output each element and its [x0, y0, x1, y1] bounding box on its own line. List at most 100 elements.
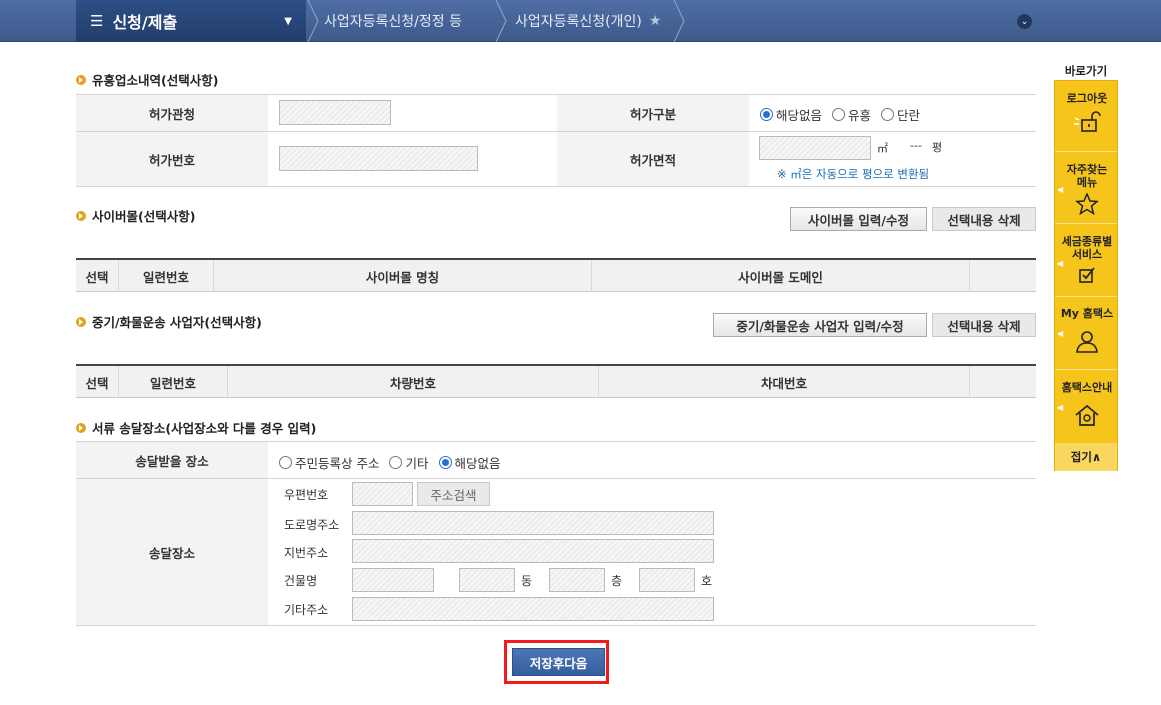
other-address-label: 기타주소	[284, 603, 329, 617]
address-search-button[interactable]: 주소검색	[417, 482, 490, 506]
permit-number-input[interactable]	[279, 146, 478, 171]
bullet-icon	[76, 316, 86, 327]
unlock-icon	[1074, 111, 1101, 132]
lot-address-input[interactable]	[352, 539, 714, 563]
quick-item-label: 홈택스안내	[1061, 381, 1113, 394]
quick-separator	[1055, 369, 1117, 370]
column-header: 사이버몰 도메인	[592, 260, 970, 292]
permit-office-label: 허가관청	[76, 95, 268, 131]
expand-left-icon: ◀	[1057, 259, 1064, 268]
zip-code-input[interactable]	[352, 482, 413, 506]
permit-type-radio-group: 해당없음 유흥 단란	[760, 105, 930, 124]
permit-area-label: 허가면적	[557, 132, 749, 186]
caret-down-icon: ▼	[284, 15, 292, 27]
cybermall-table-header: 선택 일련번호 사이버몰 명칭 사이버몰 도메인	[76, 258, 1036, 292]
column-header: 차량번호	[228, 366, 599, 398]
truck-table-header: 선택 일련번호 차량번호 차대번호	[76, 364, 1036, 398]
section-title-delivery: 서류 송달장소(사업장소와 다를 경우 입력)	[76, 418, 316, 437]
breadcrumb-item-2[interactable]: 사업자등록신청(개인) ★	[515, 0, 661, 42]
area-pyeong-value: ---	[910, 139, 922, 152]
area-unit-m2: ㎡	[877, 142, 888, 155]
quick-item-label: 세금종류별	[1061, 235, 1113, 248]
permit-type-option-entertainment[interactable]: 유흥	[832, 105, 871, 124]
cybermall-delete-button[interactable]: 선택내용 삭제	[932, 207, 1036, 231]
area-unit-pyeong: 평	[932, 141, 943, 154]
permit-type-option-danran[interactable]: 단란	[881, 105, 920, 124]
section-title-entertainment: 유흥업소내역(선택사항)	[76, 70, 218, 89]
section-title-text: 사이버몰(선택사항)	[92, 209, 196, 224]
quick-separator	[1055, 223, 1117, 224]
radio-icon	[832, 108, 846, 121]
truck-delete-button[interactable]: 선택내용 삭제	[932, 313, 1036, 337]
quick-logout[interactable]: 로그아웃	[1055, 92, 1119, 135]
quick-separator	[1055, 296, 1117, 297]
permit-type-label: 허가구분	[557, 95, 749, 131]
permit-number-label: 허가번호	[76, 132, 268, 186]
quick-item-label: 로그아웃	[1066, 92, 1108, 105]
column-header: 일련번호	[119, 260, 214, 292]
main-menu-button[interactable]: ☰ 신청/제출 ▼	[76, 0, 306, 42]
dong-label: 동	[521, 574, 533, 588]
floor-label: 층	[611, 574, 623, 588]
delivery-place-label: 송달받을 장소	[76, 442, 268, 478]
quick-tax-type-service[interactable]: 세금종류별 서비스	[1055, 235, 1119, 285]
quick-separator	[1055, 151, 1117, 152]
breadcrumb-separator-icon	[672, 0, 686, 43]
building-name-input[interactable]	[352, 568, 434, 592]
other-address-input[interactable]	[352, 597, 714, 621]
truck-input-button[interactable]: 중기/화물운송 사업자 입력/수정	[713, 313, 927, 337]
radio-selected-icon	[760, 108, 773, 121]
column-header: 선택	[76, 260, 119, 292]
table-bottom-border	[76, 186, 1036, 187]
radio-icon	[881, 108, 895, 121]
delivery-option-none[interactable]: 해당없음	[438, 453, 501, 472]
home-guide-icon	[1075, 404, 1099, 426]
quick-panel: 로그아웃 자주찾는 메뉴 ◀ 세금종류별 서비스 ◀ My 홈택스 ◀ 홈택스안…	[1054, 80, 1118, 471]
ho-label: 호	[701, 574, 713, 588]
road-address-input[interactable]	[352, 511, 714, 535]
building-dong-input[interactable]	[459, 568, 515, 592]
delivery-place-radio-group: 주민등록상 주소 기타 해당없음	[279, 453, 511, 472]
bullet-icon	[76, 422, 86, 433]
cybermall-input-button[interactable]: 사이버몰 입력/수정	[790, 207, 927, 231]
building-ho-input[interactable]	[639, 568, 695, 592]
breadcrumb-item-1[interactable]: 사업자등록신청/정정 등	[324, 0, 462, 42]
delivery-option-other[interactable]: 기타	[389, 453, 429, 472]
favorite-star-icon[interactable]: ★	[649, 13, 662, 29]
checkbox-icon	[1079, 267, 1095, 283]
lot-address-label: 지번주소	[284, 546, 329, 560]
expand-left-icon: ◀	[1057, 185, 1064, 194]
quick-item-label: My 홈택스	[1060, 307, 1114, 320]
area-conversion-note: ※ ㎡은 자동으로 평으로 변환됨	[777, 167, 930, 181]
option-label: 주민등록상 주소	[295, 456, 380, 471]
quick-my-hometax[interactable]: My 홈택스	[1055, 307, 1119, 354]
option-label: 해당없음	[454, 456, 501, 471]
building-floor-input[interactable]	[549, 568, 605, 592]
zip-code-label: 우편번호	[284, 488, 329, 502]
permit-area-input[interactable]	[759, 136, 871, 160]
column-header: 사이버몰 명칭	[214, 260, 592, 292]
quick-favorite-menu[interactable]: 자주찾는 메뉴	[1055, 163, 1119, 215]
permit-office-input[interactable]	[279, 100, 391, 125]
breadcrumb-separator-icon	[306, 0, 320, 43]
breadcrumb-separator-icon	[494, 0, 508, 43]
save-and-next-button[interactable]: 저장후다음	[512, 648, 605, 676]
radio-icon	[279, 456, 292, 469]
section-title-text: 유흥업소내역(선택사항)	[92, 73, 219, 88]
chevron-down-icon[interactable]: ⌄	[1017, 14, 1032, 29]
column-header: 선택	[76, 366, 119, 398]
section-title-cybermall: 사이버몰(선택사항)	[76, 206, 195, 225]
delivery-option-registered-address[interactable]: 주민등록상 주소	[279, 453, 379, 472]
hamburger-icon: ☰	[90, 12, 104, 30]
quick-panel-fold-button[interactable]: 접기∧	[1055, 443, 1117, 471]
expand-left-icon: ◀	[1057, 329, 1064, 338]
quick-item-label: 자주찾는	[1066, 163, 1108, 176]
option-label: 해당없음	[776, 108, 823, 123]
option-label: 유흥	[848, 108, 872, 123]
main-menu-label: 신청/제출	[112, 13, 178, 32]
user-icon	[1076, 331, 1098, 353]
permit-type-option-none[interactable]: 해당없음	[760, 105, 822, 124]
star-outline-icon	[1075, 193, 1099, 215]
quick-hometax-guide[interactable]: 홈택스안내	[1055, 381, 1119, 429]
top-navigation-bar: ☰ 신청/제출 ▼ 사업자등록신청/정정 등 사업자등록신청(개인) ★ ⌄	[0, 0, 1161, 43]
